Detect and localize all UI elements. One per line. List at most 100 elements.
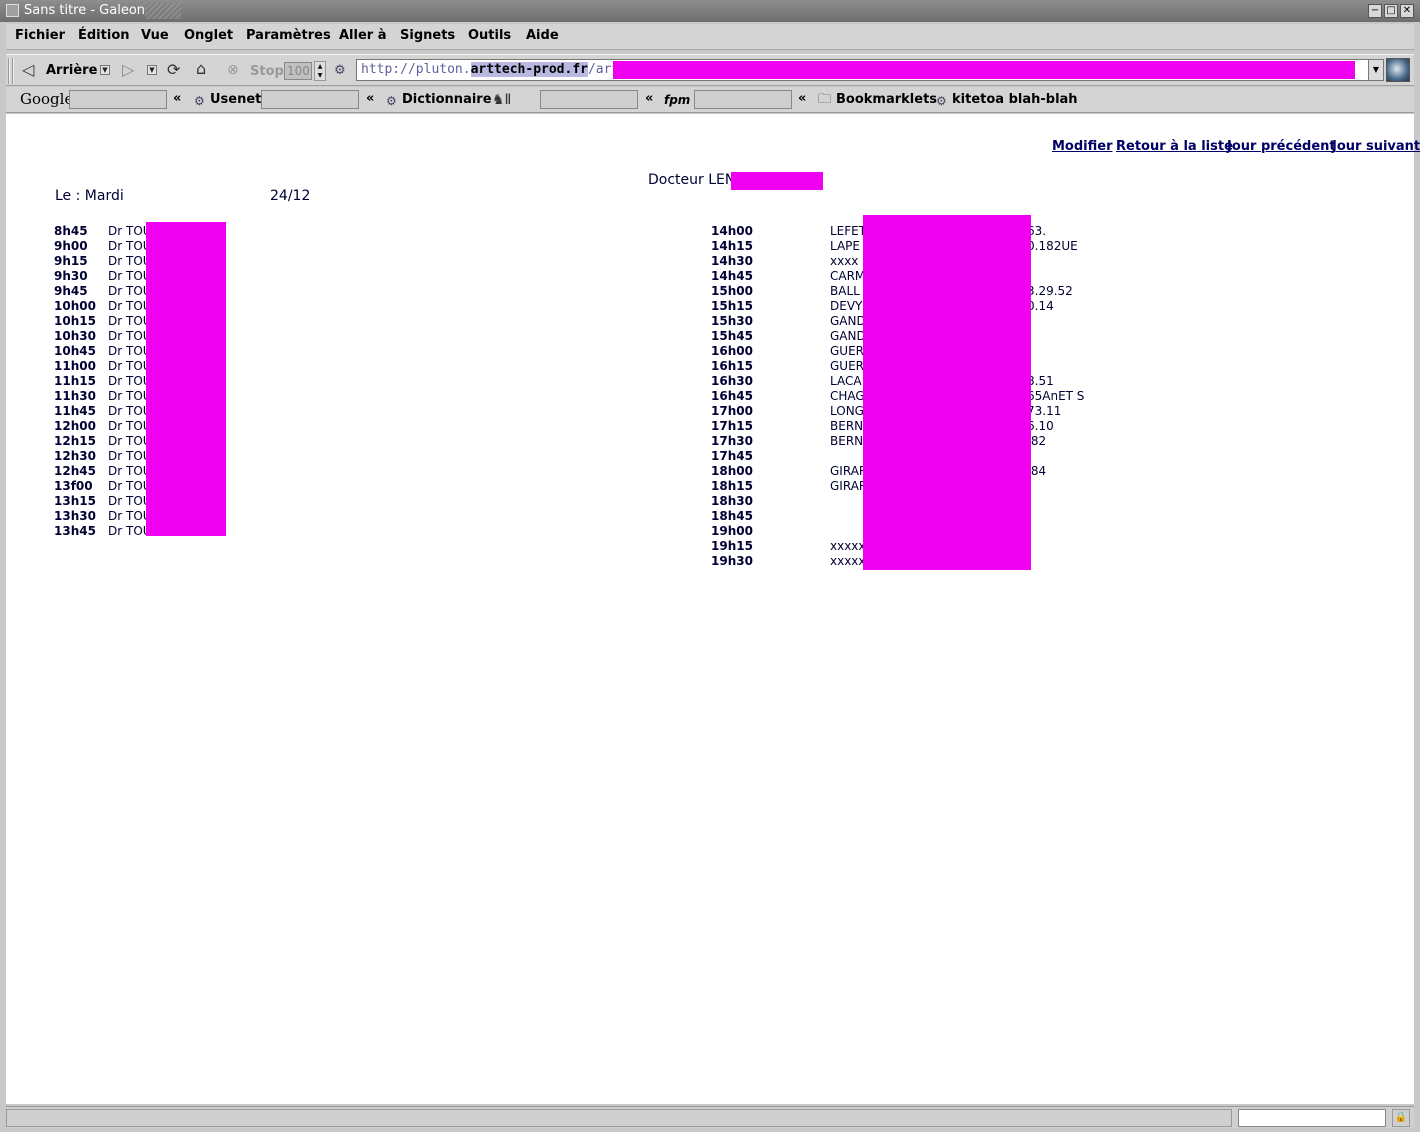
schedule-name: Dr TOU — [108, 374, 152, 388]
menu-vue[interactable]: Vue — [141, 28, 169, 43]
home-icon[interactable]: ⌂ — [196, 61, 206, 77]
schedule-name: Dr TOU — [108, 494, 152, 508]
dictionnaire-label[interactable]: Dictionnaire — [402, 92, 492, 107]
menu-signets[interactable]: Signets — [400, 28, 455, 43]
dictionnaire-search-input[interactable] — [540, 90, 638, 109]
schedule-time: 15h45 — [711, 329, 753, 343]
patient-detail: 0.14 — [1027, 299, 1054, 313]
close-button[interactable]: ✕ — [1400, 4, 1414, 18]
patient-detail: 8.51 — [1027, 374, 1054, 388]
patient-name: LEFET — [830, 224, 867, 238]
stop-button[interactable]: Stop — [250, 64, 284, 79]
stop-icon[interactable]: ⊗ — [227, 62, 239, 78]
schedule-time: 11h15 — [54, 374, 96, 388]
bookmarklets-folder[interactable]: Bookmarklets — [836, 92, 937, 107]
menu-parametres[interactable]: Paramètres — [246, 28, 331, 43]
kitetoa-bookmark[interactable]: kitetoa blah-blah — [952, 92, 1078, 107]
patient-name: GAND — [830, 329, 866, 343]
doctor-name: Docteur LEN — [648, 172, 736, 188]
dictionnaire-go-button[interactable]: « — [645, 91, 653, 106]
schedule-time: 16h00 — [711, 344, 753, 358]
schedule-time: 17h45 — [711, 449, 753, 463]
schedule-time: 19h15 — [711, 539, 753, 553]
patient-name: GAND — [830, 314, 866, 328]
menu-aide[interactable]: Aide — [526, 28, 559, 43]
forward-arrow-icon[interactable]: ▷ — [122, 62, 134, 78]
usenet-go-button[interactable]: « — [366, 91, 374, 106]
forward-history-dropdown[interactable]: ▼ — [147, 65, 157, 75]
doctor-redaction — [731, 172, 823, 190]
schedule-time: 13h45 — [54, 524, 96, 538]
schedule-name: Dr TOU — [108, 359, 152, 373]
schedule-time: 16h30 — [711, 374, 753, 388]
schedule-name: Dr TOU — [108, 329, 152, 343]
url-prefix: http://pluton. — [361, 62, 471, 77]
url-history-dropdown[interactable]: ▼ — [1368, 59, 1384, 81]
schedule-time: 14h45 — [711, 269, 753, 283]
patient-name: xxxxx — [830, 554, 866, 568]
schedule-name: Dr TOU — [108, 254, 152, 268]
menu-edition[interactable]: Édition — [78, 28, 130, 43]
throbber-globe-icon[interactable] — [1386, 58, 1410, 82]
back-arrow-icon[interactable]: ◁ — [22, 62, 34, 78]
reload-icon[interactable]: ⟳ — [167, 62, 180, 78]
patient-detail: 0.182UE — [1027, 239, 1078, 253]
patient-name: xxxx — [830, 254, 859, 268]
maximize-button[interactable]: □ — [1384, 4, 1398, 18]
zoom-spinner[interactable]: ▲ ▼ — [314, 61, 326, 81]
minimize-button[interactable]: − — [1368, 4, 1382, 18]
patient-detail: 6.10 — [1027, 419, 1054, 433]
usenet-search-input[interactable] — [261, 90, 359, 109]
window-titlebar[interactable]: Sans titre - Galeon − □ ✕ — [0, 0, 1420, 22]
toolbar-handle[interactable] — [8, 58, 14, 84]
google-search-input[interactable] — [69, 90, 167, 109]
titlebar-grip — [145, 3, 181, 19]
security-lock-icon[interactable]: 🔒 — [1392, 1109, 1410, 1127]
fpm-go-button[interactable]: « — [798, 91, 806, 106]
schedule-time: 9h15 — [54, 254, 88, 268]
menubar: Fichier Édition Vue Onglet Paramètres Al… — [6, 24, 1414, 50]
retour-liste-link[interactable]: Retour à la liste — [1116, 139, 1233, 154]
patient-name: LONG — [830, 404, 864, 418]
back-history-dropdown[interactable]: ▼ — [100, 65, 110, 75]
menu-aller-a[interactable]: Aller à — [339, 28, 387, 43]
status-input[interactable] — [1238, 1109, 1386, 1127]
page-proxy-icon[interactable]: ⚙ — [334, 63, 346, 79]
google-go-button[interactable]: « — [173, 91, 181, 106]
jour-suivant-link[interactable]: Jour suivant — [1332, 139, 1420, 154]
schedule-time: 18h30 — [711, 494, 753, 508]
modifier-link[interactable]: Modifier — [1052, 139, 1113, 154]
usenet-label[interactable]: Usenet — [210, 92, 261, 107]
fpm-search-input[interactable] — [694, 90, 792, 109]
schedule-time: 11h00 — [54, 359, 96, 373]
patient-name: CARM — [830, 269, 866, 283]
patient-name: BERN — [830, 419, 864, 433]
bookmarks-toolbar: Google « ⚙ Usenet « ⚙ Dictionnaire ♞Ⅱ « … — [6, 87, 1414, 113]
menu-onglet[interactable]: Onglet — [184, 28, 233, 43]
schedule-time: 16h15 — [711, 359, 753, 373]
day-label: Le : Mardi — [55, 188, 124, 204]
schedule-name: Dr TOU — [108, 344, 152, 358]
schedule-time: 10h00 — [54, 299, 96, 313]
patient-name: xxxxx — [830, 539, 866, 553]
window-menu-icon[interactable] — [6, 4, 19, 17]
patient-name: LAPE — [830, 239, 860, 253]
schedule-time: 19h30 — [711, 554, 753, 568]
schedule-time: 10h15 — [54, 314, 96, 328]
schedule-time: 19h00 — [711, 524, 753, 538]
schedule-name: Dr TOU — [108, 524, 152, 538]
page-content: Modifier Retour à la liste Jour précéden… — [6, 114, 1420, 1104]
schedule-name: Dr TOU — [108, 389, 152, 403]
patient-detail: 65AnET S — [1027, 389, 1085, 403]
schedule-time: 8h45 — [54, 224, 88, 238]
jour-precedent-link[interactable]: Jour précédent — [1227, 139, 1336, 154]
menu-fichier[interactable]: Fichier — [15, 28, 65, 43]
back-button[interactable]: Arrière — [46, 63, 97, 78]
menu-outils[interactable]: Outils — [468, 28, 511, 43]
schedule-time: 12h00 — [54, 419, 96, 433]
bookmark-icon: ⚙ — [936, 94, 947, 108]
url-input[interactable]: http://pluton.arttech-prod.fr/arttech/ — [356, 59, 1368, 81]
dictionary-logo-icon: ♞Ⅱ — [492, 92, 512, 108]
url-redaction — [613, 61, 1355, 79]
zoom-input[interactable]: 100 — [284, 62, 312, 80]
